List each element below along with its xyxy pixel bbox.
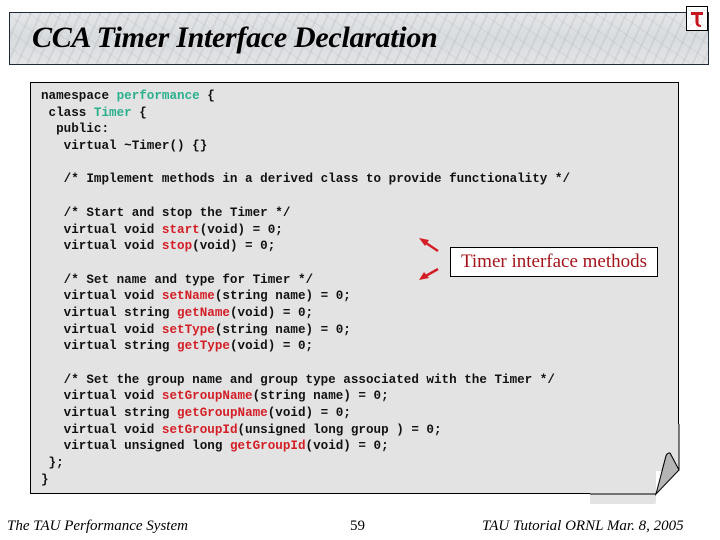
code-line: virtual void start(void) = 0;	[41, 222, 570, 239]
method-name: stop	[161, 239, 193, 254]
page-curl-decoration	[590, 424, 686, 504]
code-text: (unsigned long group ) = 0;	[237, 422, 442, 437]
method-name: setType	[161, 322, 215, 337]
code-identifier: performance	[116, 89, 200, 103]
code-text: (string name) = 0;	[214, 322, 351, 337]
method-name: start	[161, 222, 200, 237]
method-name: setGroupId	[161, 422, 238, 437]
code-line: /* Set the group name and group type ass…	[41, 372, 570, 389]
code-text: virtual void	[41, 322, 162, 337]
code-text: (void) = 0;	[305, 439, 389, 454]
footer-page-number: 59	[350, 518, 365, 534]
code-text: (void) = 0;	[267, 406, 351, 421]
code-line: virtual void setGroupName(string name) =…	[41, 388, 570, 405]
code-text: /* Start and stop the Timer */	[41, 205, 291, 220]
code-text: virtual void	[41, 389, 162, 404]
method-name: getType	[177, 339, 230, 354]
timer-interface-methods-callout: Timer interface methods	[450, 247, 658, 277]
code-block: namespace performance { class Timer { pu…	[41, 88, 570, 489]
code-text: virtual string	[41, 339, 178, 354]
code-text: };	[41, 456, 64, 471]
code-text: class	[41, 105, 94, 120]
footer-event-date: TAU Tutorial ORNL Mar. 8, 2005	[482, 518, 684, 534]
code-line: virtual unsigned long getGroupId(void) =…	[41, 438, 570, 455]
method-name: setName	[161, 289, 215, 304]
code-text: /* Implement methods in a derived class …	[41, 172, 571, 187]
title-banner: CCA Timer Interface Declaration	[9, 12, 709, 65]
code-line: public:	[41, 121, 570, 138]
footer-presentation-title: The TAU Performance System	[7, 518, 188, 534]
code-line: virtual ~Timer() {}	[41, 138, 570, 155]
code-text: {	[131, 105, 147, 120]
code-line: namespace performance {	[41, 88, 570, 105]
code-text: /* Set the group name and group type ass…	[41, 372, 555, 387]
code-line: /* Implement methods in a derived class …	[41, 171, 570, 188]
code-line: virtual string getName(void) = 0;	[41, 305, 570, 322]
code-text: (string name) = 0;	[214, 289, 351, 304]
code-text: /* Set name and type for Timer */	[41, 272, 314, 287]
code-text: virtual void	[41, 289, 162, 304]
code-line: /* Start and stop the Timer */	[41, 205, 570, 222]
method-name: getGroupName	[177, 406, 268, 421]
code-text: (string name) = 0;	[252, 389, 389, 404]
code-text: virtual string	[41, 305, 178, 320]
code-line: virtual void setType(string name) = 0;	[41, 322, 570, 339]
method-name: getName	[177, 305, 230, 320]
code-text: (void) = 0;	[192, 239, 276, 254]
code-text: {	[199, 89, 215, 103]
arrow-up-left-icon	[419, 238, 439, 253]
code-text: namespace	[41, 89, 117, 103]
code-line: class Timer {	[41, 105, 570, 122]
code-line: }	[41, 472, 570, 489]
code-text: virtual void	[41, 222, 162, 237]
code-text: virtual void	[41, 239, 162, 254]
tau-logo-icon	[686, 6, 708, 31]
slide-title: CCA Timer Interface Declaration	[32, 21, 438, 54]
code-text: (void) = 0;	[229, 339, 314, 354]
code-identifier: Timer	[93, 105, 132, 120]
code-text: (void) = 0;	[229, 305, 314, 320]
method-name: getGroupId	[229, 439, 306, 454]
code-line: virtual void setName(string name) = 0;	[41, 288, 570, 305]
code-text: virtual unsigned long	[41, 439, 230, 454]
code-text: }	[41, 472, 49, 487]
method-name: setGroupName	[161, 389, 253, 404]
code-line: virtual void setGroupId(unsigned long gr…	[41, 422, 570, 439]
arrow-down-left-icon	[419, 267, 439, 280]
callout-arrows	[419, 238, 439, 280]
code-text: (void) = 0;	[199, 222, 283, 237]
code-text: virtual string	[41, 406, 178, 421]
code-line: };	[41, 455, 570, 472]
code-line: virtual string getType(void) = 0;	[41, 338, 570, 355]
code-text: virtual void	[41, 422, 162, 437]
code-text: public:	[41, 122, 110, 137]
code-line: virtual string getGroupName(void) = 0;	[41, 405, 570, 422]
code-text: virtual ~Timer() {}	[41, 139, 208, 154]
